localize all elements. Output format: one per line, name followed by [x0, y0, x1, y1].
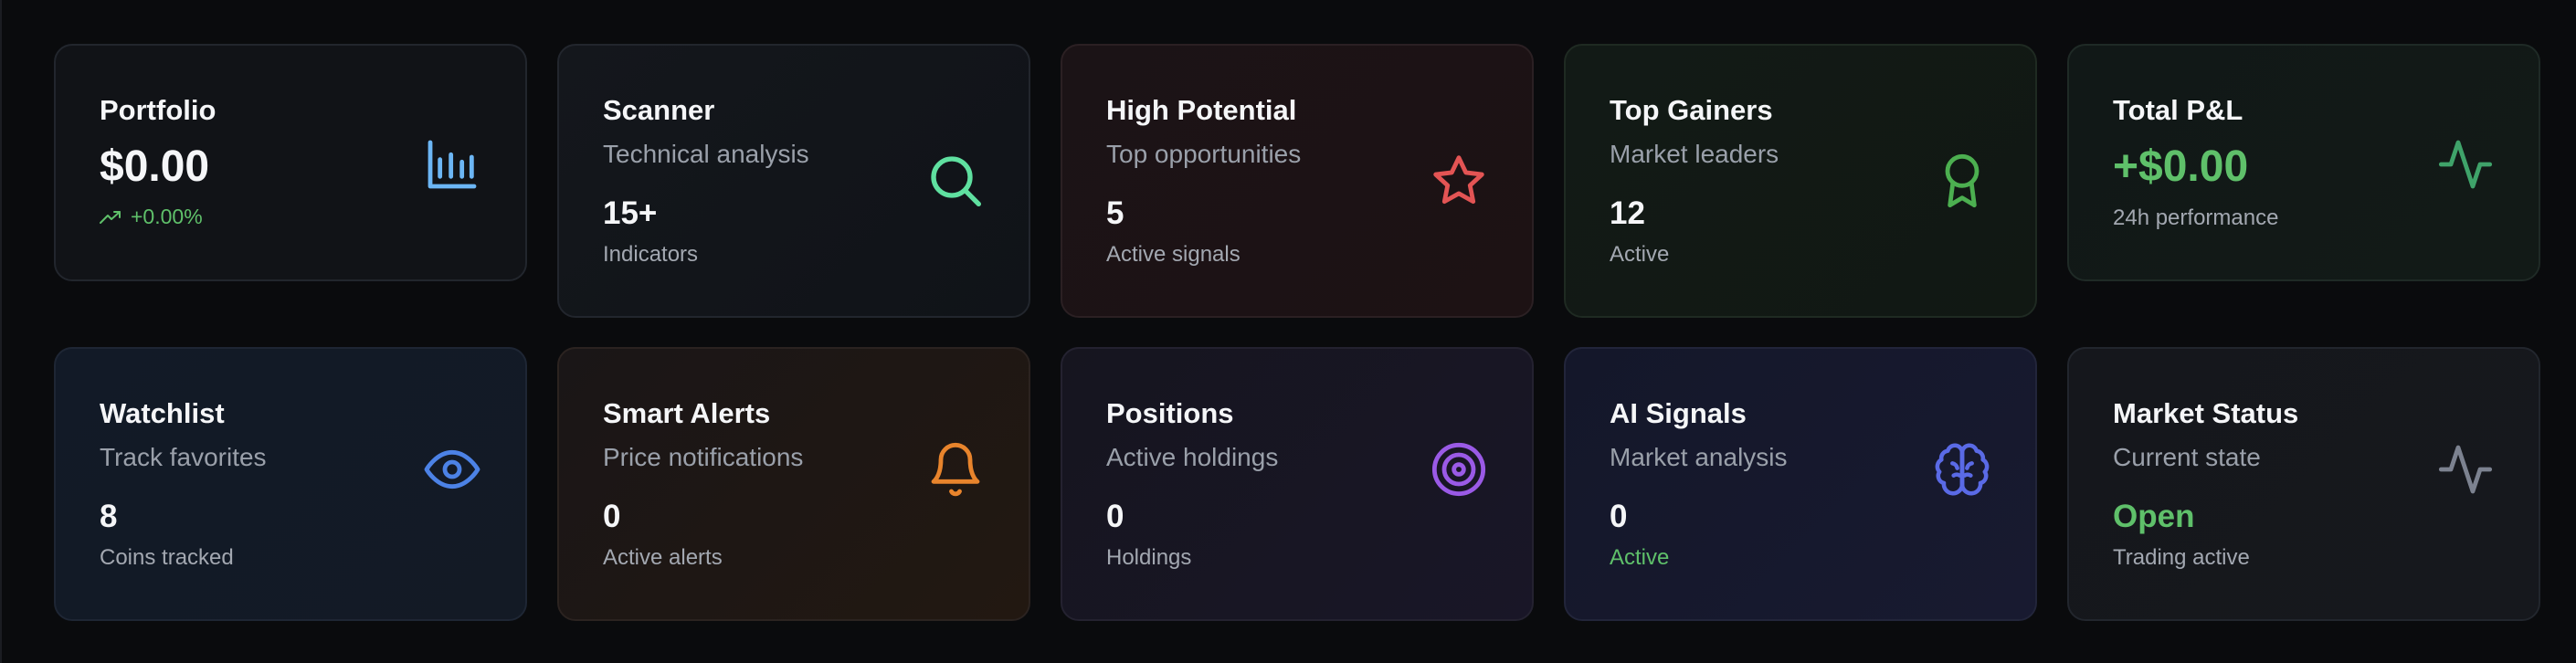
- activity-icon: [2436, 135, 2495, 194]
- card-caption: Active: [1610, 545, 1670, 570]
- market-status-value: Open: [2113, 499, 2195, 534]
- card-caption: Indicators: [603, 242, 699, 267]
- card-title: Portfolio: [100, 94, 216, 126]
- high-potential-card[interactable]: High Potential Top opportunities 5 Activ…: [1061, 44, 1534, 318]
- eye-icon: [423, 440, 481, 499]
- scanner-card[interactable]: Scanner Technical analysis 15+ Indicator…: [557, 44, 1030, 318]
- card-title: Market Status: [2113, 397, 2299, 429]
- trending-up-icon: [100, 210, 121, 224]
- card-title: Smart Alerts: [603, 397, 771, 429]
- card-value: 0: [1610, 499, 1628, 534]
- card-value: 0: [603, 499, 621, 534]
- card-title: Scanner: [603, 94, 715, 126]
- card-caption: Trading active: [2113, 545, 2250, 570]
- dashboard-page: Portfolio $0.00 +0.00% Scanner Technical…: [0, 0, 2576, 663]
- card-caption: Coins tracked: [100, 545, 234, 570]
- card-title: Total P&L: [2113, 94, 2243, 126]
- card-title: AI Signals: [1610, 397, 1747, 429]
- card-caption: Holdings: [1106, 545, 1192, 570]
- bell-icon: [926, 440, 985, 499]
- market-status-card[interactable]: Market Status Current state Open Trading…: [2067, 347, 2540, 621]
- positions-card[interactable]: Positions Active holdings 0 Holdings: [1061, 347, 1534, 621]
- card-title: Watchlist: [100, 397, 225, 429]
- brain-icon: [1933, 440, 1991, 499]
- ai-signals-card[interactable]: AI Signals Market analysis 0 Active: [1564, 347, 2037, 621]
- watchlist-card[interactable]: Watchlist Track favorites 8 Coins tracke…: [54, 347, 527, 621]
- activity-icon: [2436, 440, 2495, 499]
- card-value: 0: [1106, 499, 1124, 534]
- card-caption: 24h performance: [2113, 205, 2279, 230]
- card-caption: Active signals: [1106, 242, 1240, 267]
- target-icon: [1430, 440, 1488, 499]
- card-title: Positions: [1106, 397, 1234, 429]
- award-icon: [1933, 152, 1991, 210]
- smart-alerts-card[interactable]: Smart Alerts Price notifications 0 Activ…: [557, 347, 1030, 621]
- star-icon: [1430, 152, 1488, 210]
- search-icon: [926, 152, 985, 210]
- top-gainers-card[interactable]: Top Gainers Market leaders 12 Active: [1564, 44, 2037, 318]
- portfolio-card[interactable]: Portfolio $0.00 +0.00%: [54, 44, 527, 281]
- portfolio-change-value: +0.00%: [131, 205, 203, 228]
- bar-chart-icon: [423, 135, 481, 194]
- card-caption: Active alerts: [603, 545, 723, 570]
- card-title: Top Gainers: [1610, 94, 1773, 126]
- card-title: High Potential: [1106, 94, 1297, 126]
- portfolio-change: +0.00%: [100, 205, 481, 229]
- card-caption: Active: [1610, 242, 1670, 267]
- card-value: 8: [100, 499, 118, 534]
- dashboard-card-grid: Portfolio $0.00 +0.00% Scanner Technical…: [54, 44, 2540, 621]
- total-pnl-card[interactable]: Total P&L +$0.00 24h performance: [2067, 44, 2540, 281]
